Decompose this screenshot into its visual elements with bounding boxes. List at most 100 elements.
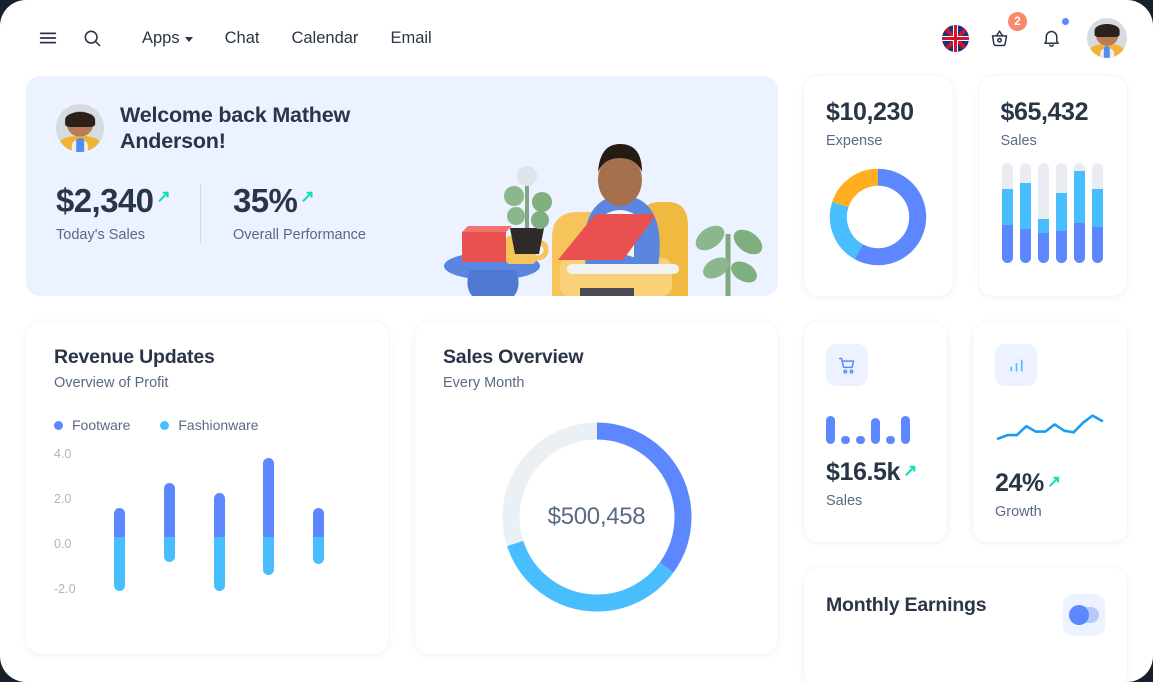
sales-bar-segment-bottom [1074,223,1086,263]
bar-footware [263,458,275,537]
expense-value: $10,230 [826,98,914,126]
toggle-switch-icon [1069,605,1099,625]
mini-sales-value: $16.5k [826,458,901,486]
legend-item-footware[interactable]: Footware [54,417,130,433]
monthly-earnings-title: Monthly Earnings [826,594,987,616]
shopping-cart-icon [826,344,868,386]
welcome-greeting: Welcome back Mathew Anderson! [120,103,350,154]
legend-item-fashionware[interactable]: Fashionware [160,417,259,433]
welcome-stat-value: $2,340 ↗ [56,182,171,220]
header-right-group: 2 [942,12,1127,60]
sales-bar-segment-middle [1092,189,1104,227]
revenue-legend: Footware Fashionware [54,417,361,433]
y-tick-neg2: -2.0 [54,582,76,596]
bar-fashionware [163,537,175,562]
bar-footware [163,483,175,537]
bar-fashionware [213,537,225,591]
mini-sales-label: Sales [826,493,863,509]
search-button[interactable] [70,16,114,60]
sales-bar-segment-middle [1074,171,1086,223]
sales-overview-card: Sales Overview Every Month $500,458 [415,322,778,654]
sales-stat-card: $65,432 Sales [978,76,1127,296]
sales-value: $65,432 [1000,98,1089,126]
trend-up-icon: ↗ [300,187,314,207]
sales-bar-segment-bottom [1020,229,1032,263]
legend-dot-footware [54,420,63,430]
welcome-card: Welcome back Mathew Anderson! $2,340 ↗ T… [26,76,778,296]
sales-label: Sales [1000,133,1037,149]
y-tick-0: 0.0 [54,537,72,551]
revenue-bar-pair [102,447,152,627]
todays-sales-label: Today's Sales [56,227,146,244]
revenue-bar-pair [202,447,252,627]
y-tick-2: 2.0 [54,492,72,506]
mini-growth-line-chart [996,414,1104,441]
sales-bar-column [1038,163,1050,263]
sales-overview-title: Sales Overview [443,346,584,368]
mini-sales-bar [901,416,910,444]
uk-flag-icon[interactable] [942,24,969,52]
trend-up-icon: ↗ [1046,472,1061,491]
basket-badge: 2 [1008,12,1027,31]
mini-sales-bar [826,416,835,444]
sales-bar-column [1020,163,1032,263]
mini-sales-bars [826,410,925,444]
bar-fashionware [263,537,275,576]
shopping-basket-button[interactable]: 2 [977,12,1027,60]
mini-growth-value: 24% [995,469,1044,497]
nav-item-apps[interactable]: Apps [126,21,209,56]
revenue-bar-pair [251,447,301,627]
profile-avatar[interactable] [1087,18,1127,58]
sales-bar-column [1056,163,1068,263]
sales-overview-donut: $500,458 [497,417,697,617]
person-working-on-laptop-illustration [444,144,763,296]
revenue-bar-pair [301,447,351,627]
bar-footware [213,493,225,537]
mini-stat-cards-row: $16.5k ↗ Sales 24% ↗ Growth [804,322,1127,542]
revenue-subtitle: Overview of Profit [54,375,169,391]
charts-row: Revenue Updates Overview of Profit Footw… [26,322,778,654]
sales-overview-subtitle: Every Month [443,375,525,391]
expense-label: Expense [826,133,883,149]
expense-donut-chart [830,168,927,266]
sales-bar-segment-bottom [1092,227,1104,263]
sales-overview-center-value: $500,458 [547,503,646,530]
bar-chart-icon [995,344,1037,386]
welcome-stat-overall-performance: 35% ↗ Overall Performance [200,182,396,244]
y-tick-4: 4.0 [54,447,72,461]
nav-item-calendar[interactable]: Calendar [275,21,374,56]
todays-sales-value: $2,340 [56,182,154,220]
overall-performance-label: Overall Performance [233,227,366,244]
welcome-avatar [56,104,104,153]
sales-bar-segment-middle [1056,193,1068,231]
expense-card: $10,230 Expense [804,76,953,296]
overall-performance-value: 35% [233,182,298,220]
legend-label-fashionware: Fashionware [178,417,259,433]
mini-sales-bar [886,436,895,444]
bar-fashionware [114,537,125,591]
sales-bar-segment-bottom [1038,233,1050,263]
nav-item-apps-label: Apps [142,28,180,47]
dashboard-page: Apps Chat Calendar Email 2 Welcome back … [0,0,1153,682]
sales-bar-segment-middle [1020,183,1032,229]
sales-bar-segment-middle [1002,189,1014,225]
hamburger-menu-button[interactable] [26,16,70,60]
revenue-updates-card: Revenue Updates Overview of Profit Footw… [26,322,389,654]
notifications-button[interactable] [1029,16,1073,60]
sales-bar-column [1002,163,1014,263]
nav-item-chat[interactable]: Chat [209,21,276,56]
welcome-stat-todays-sales: $2,340 ↗ Today's Sales [56,184,200,243]
chevron-down-icon [184,36,193,42]
primary-nav: Apps Chat Calendar Email [126,21,448,56]
mini-growth-card: 24% ↗ Growth [973,322,1127,542]
sales-bar-chart [1001,163,1106,263]
right-column: $10,230 Expense $65,432 Sales $16.5k ↗ S… [804,76,1127,682]
nav-item-email[interactable]: Email [374,21,447,56]
monthly-earnings-toggle[interactable] [1063,594,1105,636]
bar-footware [114,507,125,537]
left-column: Welcome back Mathew Anderson! $2,340 ↗ T… [26,76,778,682]
bar-fashionware [313,537,325,564]
mini-growth-label: Growth [995,504,1042,520]
mini-sales-bar [856,436,865,444]
trend-up-icon: ↗ [156,187,170,207]
